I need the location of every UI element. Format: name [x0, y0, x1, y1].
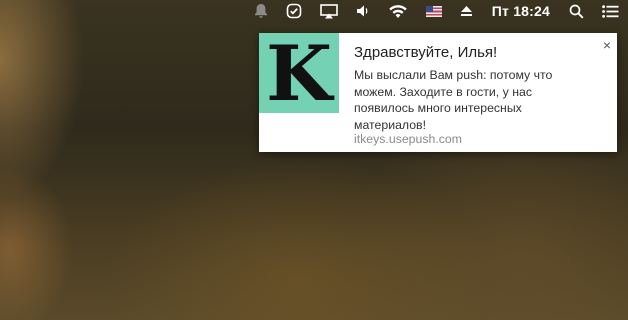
check-shield-icon[interactable] [286, 0, 302, 22]
close-button[interactable]: × [603, 37, 611, 53]
bell-icon[interactable] [254, 0, 268, 22]
airplay-icon[interactable] [319, 0, 338, 22]
menubar-clock[interactable]: Пт 18:24 [492, 0, 550, 22]
us-flag-icon[interactable] [425, 0, 442, 22]
search-icon[interactable] [569, 0, 584, 22]
list-icon[interactable] [602, 0, 619, 22]
notification-body: Мы выслали Вам push: потому что можем. З… [354, 68, 553, 132]
logo-letter: K [265, 29, 333, 118]
push-notification[interactable]: K Здравствуйте, Илья! Мы выслали Вам pus… [259, 33, 617, 152]
wifi-icon[interactable] [388, 0, 408, 22]
notification-source: itkeys.usepush.com [354, 132, 462, 146]
menu-bar: Пт 18:24 [0, 0, 628, 22]
site-logo: K [259, 33, 339, 113]
volume-icon[interactable] [356, 0, 370, 22]
notification-title: Здравствуйте, Илья! [354, 44, 498, 61]
eject-icon[interactable] [460, 0, 473, 22]
